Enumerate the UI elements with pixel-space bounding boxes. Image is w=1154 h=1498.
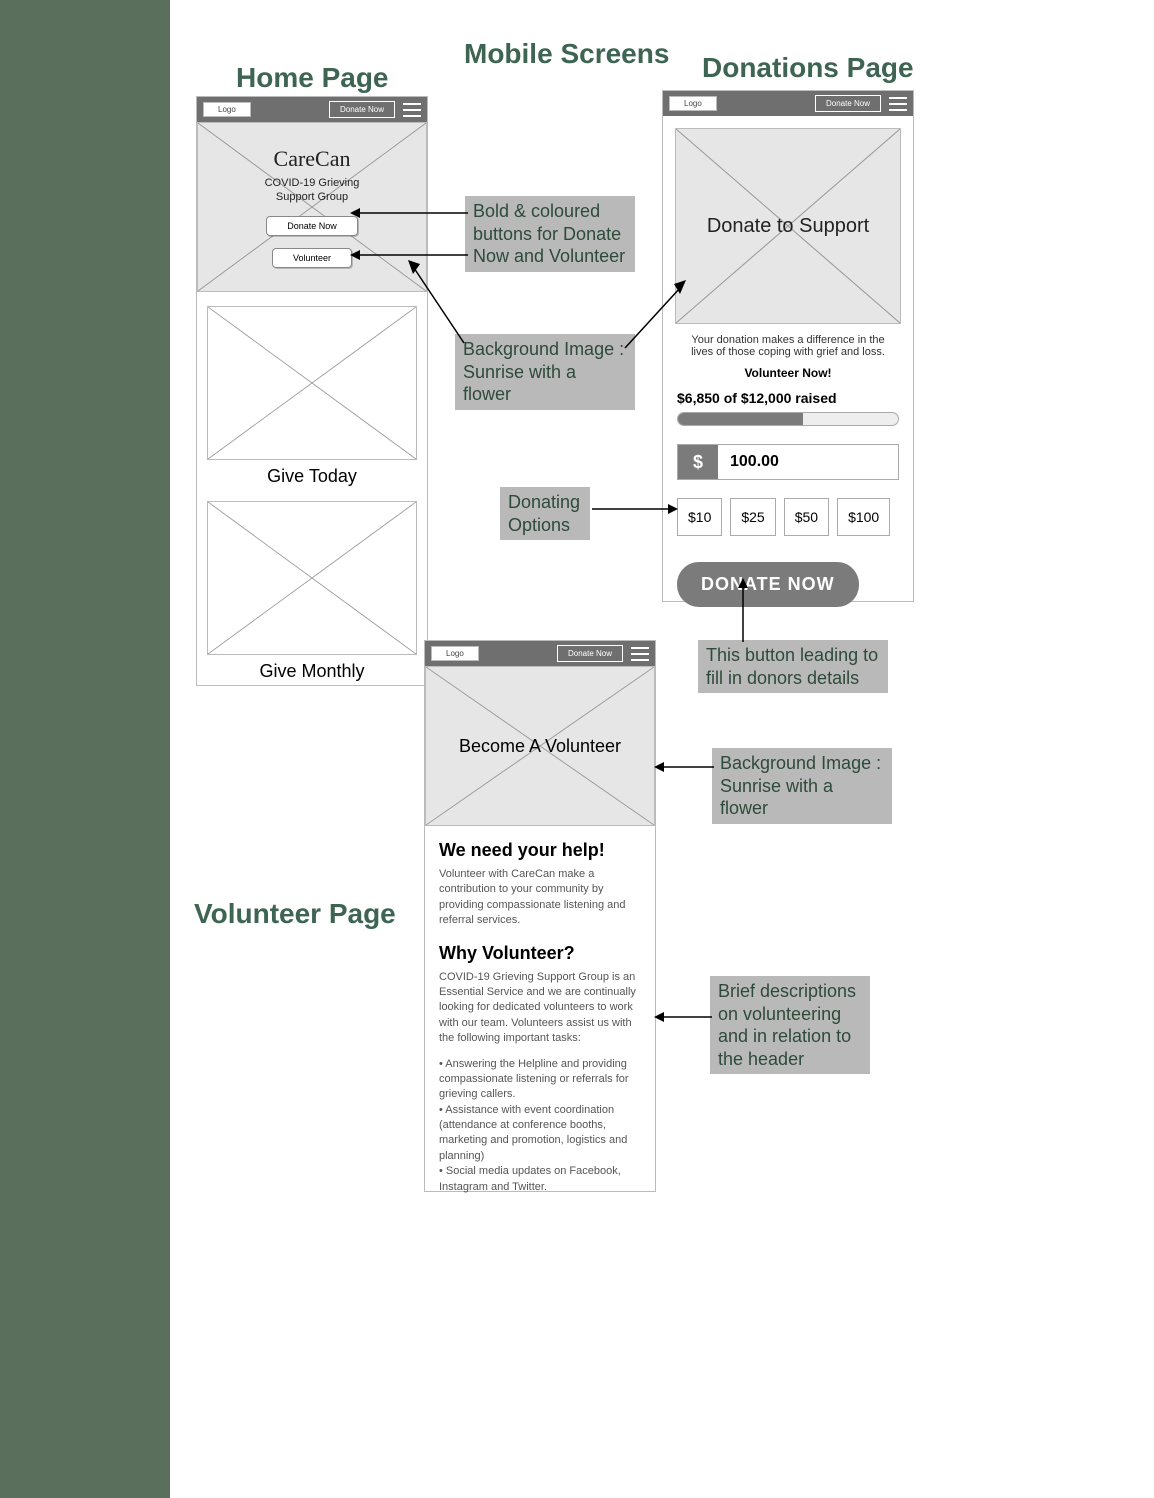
volunteer-heading-why: Why Volunteer? (439, 943, 641, 964)
dollar-icon: $ (678, 445, 718, 479)
donate-now-cta[interactable]: DONATE NOW (677, 562, 859, 607)
annotation-buttons: Bold & coloured buttons for Donate Now a… (465, 196, 635, 272)
donations-subtext: Your donation makes a difference in the … (663, 334, 913, 358)
annotation-bg-image: Background Image : Sunrise with a flower (455, 334, 635, 410)
volunteer-bullet-1: • Answering the Helpline and providing c… (439, 1057, 641, 1103)
donation-option-50[interactable]: $50 (784, 498, 829, 536)
give-today-caption: Give Today (197, 466, 427, 487)
device-donations: Logo Donate Now Donate to Support Your d… (662, 90, 914, 602)
header-donate-button[interactable]: Donate Now (815, 95, 881, 112)
title-mobile-screens: Mobile Screens (464, 38, 669, 70)
title-donations-page: Donations Page (702, 52, 914, 84)
hamburger-icon[interactable] (631, 647, 649, 661)
amount-input-row: $ 100.00 (677, 444, 899, 480)
volunteer-button[interactable]: Volunteer (272, 248, 352, 268)
home-hero-subtitle: COVID-19 Grieving Support Group (265, 176, 360, 205)
arrow-icon (654, 760, 716, 774)
amount-input[interactable]: 100.00 (718, 445, 898, 479)
volunteer-paragraph-2: COVID-19 Grieving Support Group is an Es… (439, 970, 641, 1047)
raised-amount: $6,850 of $12,000 raised (677, 390, 899, 406)
logo: Logo (203, 102, 251, 117)
donation-options: $10 $25 $50 $100 (677, 498, 899, 536)
home-hero-title: CareCan (274, 146, 351, 172)
arrow-icon (736, 578, 750, 644)
volunteer-heading-help: We need your help! (439, 840, 641, 861)
donations-hero-title: Donate to Support (707, 215, 869, 238)
annotation-volunteer-desc: Brief descriptions on volunteering and i… (710, 976, 870, 1074)
annotation-donating-options: Donating Options (500, 487, 590, 540)
device-home: Logo Donate Now CareCan COVID-19 Grievin… (196, 96, 428, 686)
logo: Logo (669, 96, 717, 111)
annotation-cta-note: This button leading to fill in donors de… (698, 640, 888, 693)
volunteer-now-link[interactable]: Volunteer Now! (663, 366, 913, 380)
device-volunteer: Logo Donate Now Become A Volunteer We ne… (424, 640, 656, 1192)
volunteer-paragraph-1: Volunteer with CareCan make a contributi… (439, 867, 641, 929)
device-header: Logo Donate Now (197, 97, 427, 122)
arrow-icon (654, 1010, 714, 1024)
title-volunteer-page: Volunteer Page (194, 898, 396, 930)
hamburger-icon[interactable] (403, 103, 421, 117)
donation-option-100[interactable]: $100 (837, 498, 890, 536)
arrow-icon (590, 502, 680, 516)
donation-option-10[interactable]: $10 (677, 498, 722, 536)
volunteer-bullet-3: • Social media updates on Facebook, Inst… (439, 1164, 641, 1195)
volunteer-hero-title: Become A Volunteer (459, 736, 621, 757)
progress-bar (677, 412, 899, 426)
donate-now-button[interactable]: Donate Now (266, 216, 358, 236)
progress-fill (678, 413, 803, 425)
device-header: Logo Donate Now (425, 641, 655, 666)
volunteer-bullet-2: • Assistance with event coordination (at… (439, 1103, 641, 1165)
arrow-icon (350, 206, 470, 220)
arrow-icon (404, 258, 474, 348)
give-monthly-image (207, 501, 417, 655)
arrow-icon (620, 278, 690, 354)
header-donate-button[interactable]: Donate Now (557, 645, 623, 662)
donation-option-25[interactable]: $25 (730, 498, 775, 536)
give-today-image (207, 306, 417, 460)
logo: Logo (431, 646, 479, 661)
device-header: Logo Donate Now (663, 91, 913, 116)
hamburger-icon[interactable] (889, 97, 907, 111)
title-home-page: Home Page (236, 62, 389, 94)
annotation-bg-image-2: Background Image : Sunrise with a flower (712, 748, 892, 824)
sidebar-band: WIREFRAMES (0, 0, 170, 1498)
volunteer-hero-image: Become A Volunteer (425, 666, 655, 826)
header-donate-button[interactable]: Donate Now (329, 101, 395, 118)
give-monthly-caption: Give Monthly (197, 661, 427, 682)
donations-hero-image: Donate to Support (675, 128, 901, 324)
